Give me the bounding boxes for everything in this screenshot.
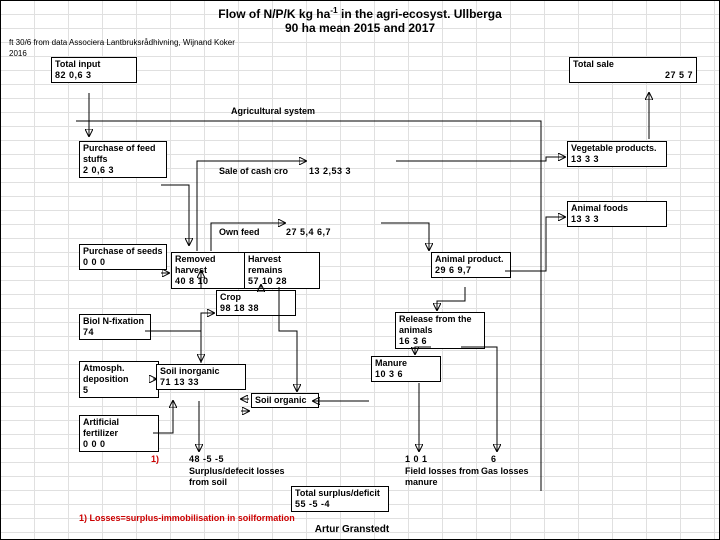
flow-arrows (1, 1, 719, 539)
diagram-canvas: Flow of N/P/K kg ha-1 in the agri-ecosys… (0, 0, 720, 540)
